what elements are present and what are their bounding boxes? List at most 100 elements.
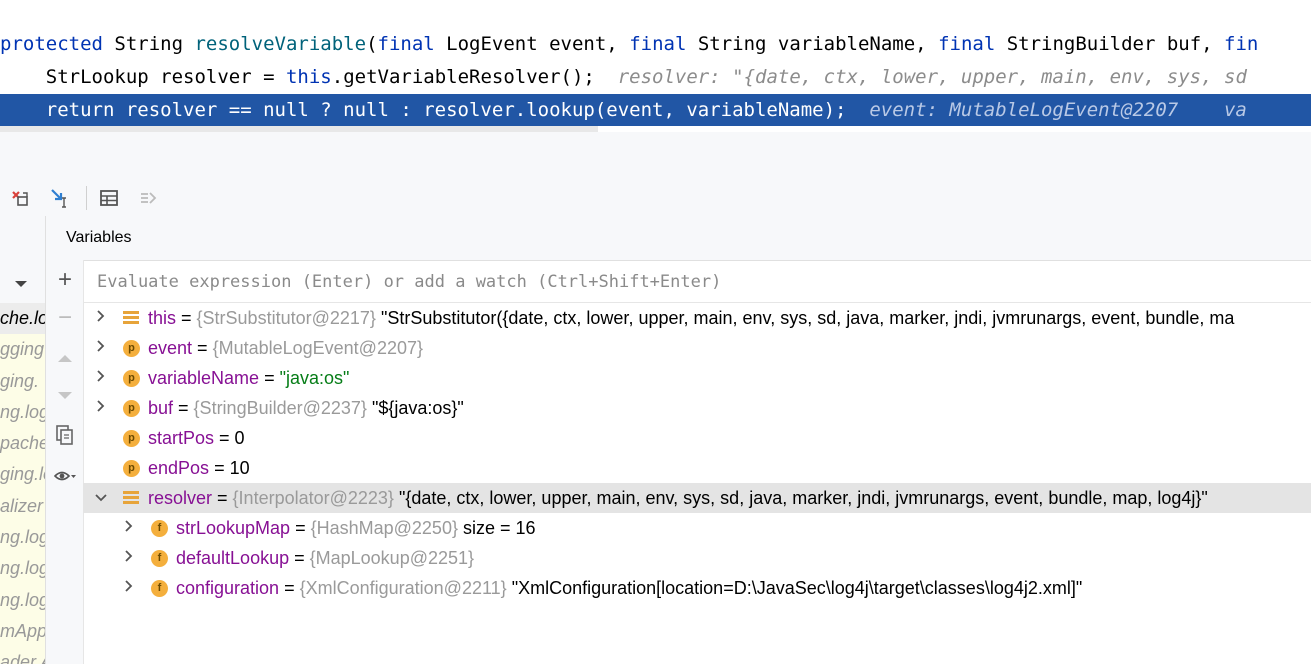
code-text: return resolver == null ? null : resolve… [0,99,847,121]
equals-sign: = [173,398,194,418]
field-icon: f [151,550,168,567]
keyword-final: final [629,33,687,55]
variable-name: defaultLookup [176,548,290,568]
code-line-resolver[interactable]: StrLookup resolver = this.getVariableRes… [0,61,1247,93]
frame-item[interactable]: ging.lo [0,459,45,491]
variable-row-this[interactable]: this = {StrSubstitutor@2217} "StrSubstit… [83,303,1311,333]
variable-text: endPos = 10 [148,453,250,483]
equals-sign: = [259,368,280,388]
equals-sign: = [279,578,300,598]
variables-header: Variables [46,216,1311,261]
inline-value-hint: resolver: "{date, ctx, lower, upper, mai… [594,66,1247,88]
frame-item[interactable]: gging [0,334,45,366]
code-text: ( [366,33,378,55]
variable-text: startPos = 0 [148,423,245,453]
equals-sign: = [209,458,230,478]
variable-name: event [148,338,193,358]
variable-name: variableName [148,368,260,388]
variable-name: endPos [148,458,210,478]
inline-value-hint: event: MutableLogEvent@2207 [846,99,1179,121]
code-text: StringBuilder buf, [995,33,1225,55]
show-watches-eye-icon[interactable] [53,464,77,488]
frame-item[interactable]: ng.log [0,553,45,585]
variable-text: configuration = {XmlConfiguration@2211} … [176,573,1082,603]
code-text: String [102,33,195,55]
variable-value: "{date, ctx, lower, upper, main, env, sy… [398,488,1208,508]
code-editor[interactable]: protected String resolveVariable( final L… [0,0,1311,132]
evaluate-expression-input[interactable] [95,268,1299,296]
frame-item[interactable]: ng.log [0,396,45,429]
variable-row-startPos[interactable]: p startPos = 0 [83,423,1311,453]
variable-row-resolver[interactable]: resolver = {Interpolator@2223} "{date, c… [83,483,1311,513]
debug-toolbar [0,180,1311,216]
frame-item[interactable]: che.lo [0,303,45,335]
variable-type: {StringBuilder@2237} [193,398,367,418]
variable-value: 0 [234,428,245,448]
smart-step-into-icon[interactable] [48,186,72,210]
move-down-icon[interactable] [53,384,77,408]
code-line-return-current[interactable]: return resolver == null ? null : resolve… [0,94,1311,126]
code-line-signature[interactable]: protected String resolveVariable( final L… [0,28,1258,60]
frame-item[interactable]: pache. [0,428,45,460]
variable-row-endPos[interactable]: p endPos = 10 [83,453,1311,483]
variable-type: {MapLookup@2251} [309,548,475,568]
copy-icon[interactable] [53,423,77,447]
variable-text: resolver = {Interpolator@2223} "{date, c… [148,483,1208,513]
code-text: LogEvent event, [434,33,630,55]
parameter-icon: p [123,400,140,417]
frame-item[interactable]: ng.log4 [0,522,45,554]
keyword-protected: protected [0,33,103,55]
remove-watch-icon[interactable]: − [53,304,77,331]
chevron-right-icon[interactable] [93,303,109,333]
variable-row-event[interactable]: p event = {MutableLogEvent@2207} [83,333,1311,363]
add-watch-icon[interactable]: + [53,266,77,293]
frames-list: che.loggingging.ng.logpache.ging.loalize… [0,303,45,664]
equals-sign: = [212,488,233,508]
variable-row-strLookupMap[interactable]: f strLookupMap = {HashMap@2250} size = 16 [83,513,1311,543]
chevron-right-icon[interactable] [121,513,137,543]
variable-row-configuration[interactable]: f configuration = {XmlConfiguration@2211}… [83,573,1311,603]
variable-type: {Interpolator@2223} [232,488,394,508]
variable-type: {MutableLogEvent@2207} [212,338,423,358]
toolbar-separator [86,186,87,210]
field-icon: f [151,580,168,597]
frame-item[interactable]: ng.log4 [0,584,45,616]
variable-text: this = {StrSubstitutor@2217} "StrSubstit… [148,303,1234,333]
variable-text: variableName = "java:os" [148,363,349,393]
thread-selector[interactable] [0,263,45,303]
variable-row-defaultLookup[interactable]: f defaultLookup = {MapLookup@2251} [83,543,1311,573]
equals-sign: = [289,548,310,568]
chevron-right-icon[interactable] [121,573,137,603]
frame-item[interactable]: ader.A [0,647,45,664]
evaluate-expression-bar[interactable] [83,260,1311,303]
variable-name: configuration [176,578,280,598]
settings-filter-icon[interactable] [136,186,160,210]
field-icon: f [151,520,168,537]
chevron-right-icon[interactable] [93,363,109,393]
keyword-final: fin [1224,33,1259,55]
keyword-final: final [938,33,996,55]
panel-divider[interactable] [0,132,1311,180]
variables-side-toolbar: + − [46,260,84,664]
chevron-right-icon[interactable] [93,393,109,423]
frame-item[interactable]: alizer [0,490,45,523]
frame-item[interactable]: ging. [0,365,45,397]
table-view-icon[interactable] [97,186,121,210]
variables-title: Variables [66,229,132,246]
chevron-right-icon[interactable] [93,333,109,363]
variable-row-buf[interactable]: p buf = {StringBuilder@2237} "${java:os}" [83,393,1311,423]
variable-value: "${java:os}" [371,398,464,418]
parameter-icon: p [123,460,140,477]
variable-name: startPos [148,428,215,448]
move-up-icon[interactable] [53,346,77,370]
drop-frame-icon[interactable] [8,186,32,210]
variable-name: strLookupMap [176,518,291,538]
code-text: .getVariableResolver(); [331,66,595,88]
code-text: String variableName, [686,33,939,55]
chevron-down-icon[interactable] [93,483,109,513]
frame-item[interactable]: mApp [0,615,45,648]
variable-row-variableName[interactable]: p variableName = "java:os" [83,363,1311,393]
chevron-right-icon[interactable] [121,543,137,573]
equals-sign: = [290,518,311,538]
method-name: resolveVariable [194,33,367,55]
